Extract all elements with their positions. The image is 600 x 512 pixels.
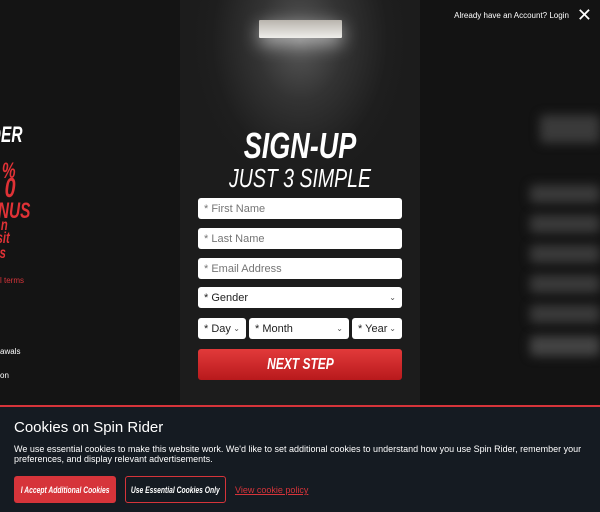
year-select[interactable]: * Year ⌄ [352,318,402,339]
chevron-down-icon: ⌄ [336,324,343,333]
terms-link[interactable]: l terms [0,276,24,285]
close-icon[interactable]: ✕ [577,6,592,24]
first-name-input[interactable] [198,198,402,219]
month-value: * Month [255,322,293,335]
promo-item: awals [0,347,21,356]
login-link[interactable]: Already have an Account? Login [454,11,569,20]
gender-value: * Gender [204,291,249,304]
gender-select[interactable]: * Gender ⌄ [198,287,402,308]
top-bar: Already have an Account? Login ✕ [454,0,600,30]
accept-cookies-button[interactable]: I Accept Additional Cookies [14,476,116,503]
chevron-down-icon: ⌄ [389,293,396,302]
email-input[interactable] [198,258,402,279]
last-name-input[interactable] [198,228,402,249]
cookie-text: We use essential cookies to make this we… [14,444,582,464]
signup-title: SIGN-UP [243,125,357,166]
chevron-down-icon: ⌄ [233,324,240,333]
brand-logo: DER [0,122,23,147]
accept-label: I Accept Additional Cookies [20,484,110,495]
chevron-down-icon: ⌄ [389,324,396,333]
promo-item: on [0,371,9,380]
essential-cookies-button[interactable]: Use Essential Cookies Only [125,476,226,503]
cookie-banner: Cookies on Spin Rider We use essential c… [0,405,600,512]
promo-line: s [0,245,6,262]
year-value: * Year [358,322,388,335]
cookie-title: Cookies on Spin Rider [14,419,164,436]
month-select[interactable]: * Month ⌄ [249,318,349,339]
lamp-image [259,20,342,38]
day-select[interactable]: * Day ⌄ [198,318,246,339]
next-step-label: NEXT STEP [266,356,334,373]
cookie-policy-link[interactable]: View cookie policy [235,485,308,495]
next-step-button[interactable]: NEXT STEP [198,349,402,380]
essential-label: Use Essential Cookies Only [131,484,220,495]
day-value: * Day [204,322,231,335]
